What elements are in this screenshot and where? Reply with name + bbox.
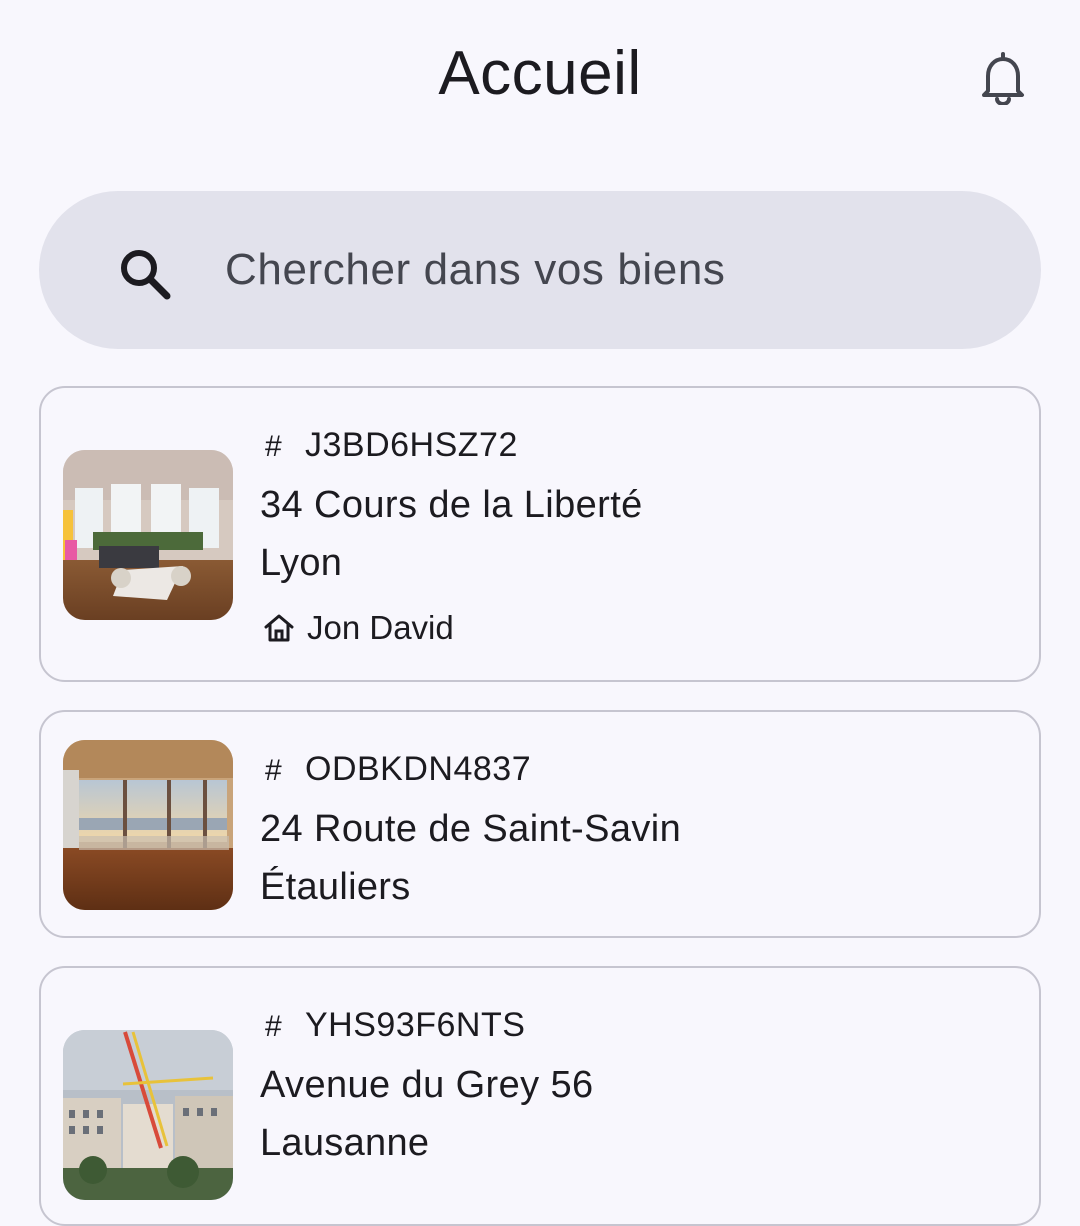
property-photo (63, 740, 233, 910)
hash-icon: # (265, 430, 283, 463)
search-icon (121, 250, 171, 300)
search-input[interactable] (225, 235, 1005, 305)
page-title: Accueil (438, 39, 642, 108)
property-address: 34 Cours de la Liberté (260, 484, 643, 526)
property-card[interactable]: # ODBKDN4837 24 Route de Saint-Savin Étau… (39, 710, 1041, 938)
property-city: Étauliers (260, 866, 411, 908)
bell-icon (982, 52, 1024, 105)
top-app-bar: Accueil (0, 0, 1080, 160)
property-photo (63, 1030, 233, 1200)
search-bar[interactable] (39, 191, 1041, 349)
hash-icon: # (265, 754, 283, 787)
property-owner: Jon David (263, 609, 454, 647)
property-card[interactable]: # J3BD6HSZ72 34 Cours de la Liberté Lyon … (39, 386, 1041, 682)
property-address: Avenue du Grey 56 (260, 1064, 594, 1106)
reference-code: J3BD6HSZ72 (305, 426, 518, 464)
property-city: Lyon (260, 542, 343, 584)
property-card[interactable]: # YHS93F6NTS Avenue du Grey 56 Lausanne (39, 966, 1041, 1226)
property-address: 24 Route de Saint-Savin (260, 808, 682, 850)
reference-code: YHS93F6NTS (305, 1006, 526, 1044)
owner-name: Jon David (307, 609, 454, 646)
hash-icon: # (265, 1010, 283, 1043)
reference-code: ODBKDN4837 (305, 750, 532, 788)
property-reference: # ODBKDN4837 (265, 750, 531, 789)
notifications-button[interactable] (974, 48, 1032, 108)
home-icon (264, 614, 294, 642)
property-reference: # J3BD6HSZ72 (265, 426, 518, 465)
property-city: Lausanne (260, 1122, 430, 1164)
property-reference: # YHS93F6NTS (265, 1006, 525, 1045)
property-photo (63, 450, 233, 620)
